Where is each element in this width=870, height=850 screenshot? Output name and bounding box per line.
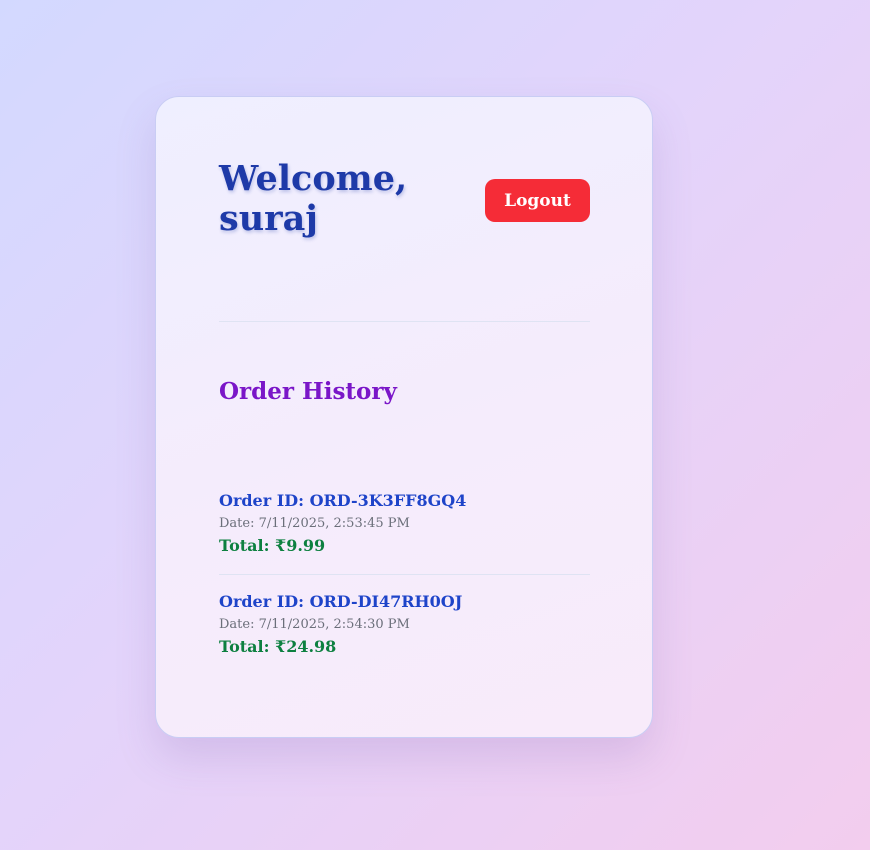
- order-date: Date: 7/11/2025, 2:54:30 PM: [219, 617, 410, 632]
- order-id: Order ID: ORD-3K3FF8GQ4: [219, 491, 467, 510]
- order-total: Total: ₹24.98: [219, 637, 337, 656]
- logout-button[interactable]: Logout: [485, 179, 590, 222]
- dashboard-card: Welcome, suraj Logout Order History Orde…: [155, 96, 653, 738]
- order-history-title: Order History: [219, 378, 397, 405]
- card-header: Welcome, suraj Logout: [219, 159, 590, 241]
- order-divider: [219, 574, 590, 575]
- welcome-heading: Welcome, suraj: [219, 158, 408, 239]
- header-divider: [219, 321, 590, 322]
- order-date: Date: 7/11/2025, 2:53:45 PM: [219, 516, 410, 531]
- order-id: Order ID: ORD-DI47RH0OJ: [219, 592, 463, 611]
- order-item: Order ID: ORD-3K3FF8GQ4 Date: 7/11/2025,…: [219, 489, 590, 557]
- order-item: Order ID: ORD-DI47RH0OJ Date: 7/11/2025,…: [219, 590, 590, 658]
- order-total: Total: ₹9.99: [219, 536, 326, 555]
